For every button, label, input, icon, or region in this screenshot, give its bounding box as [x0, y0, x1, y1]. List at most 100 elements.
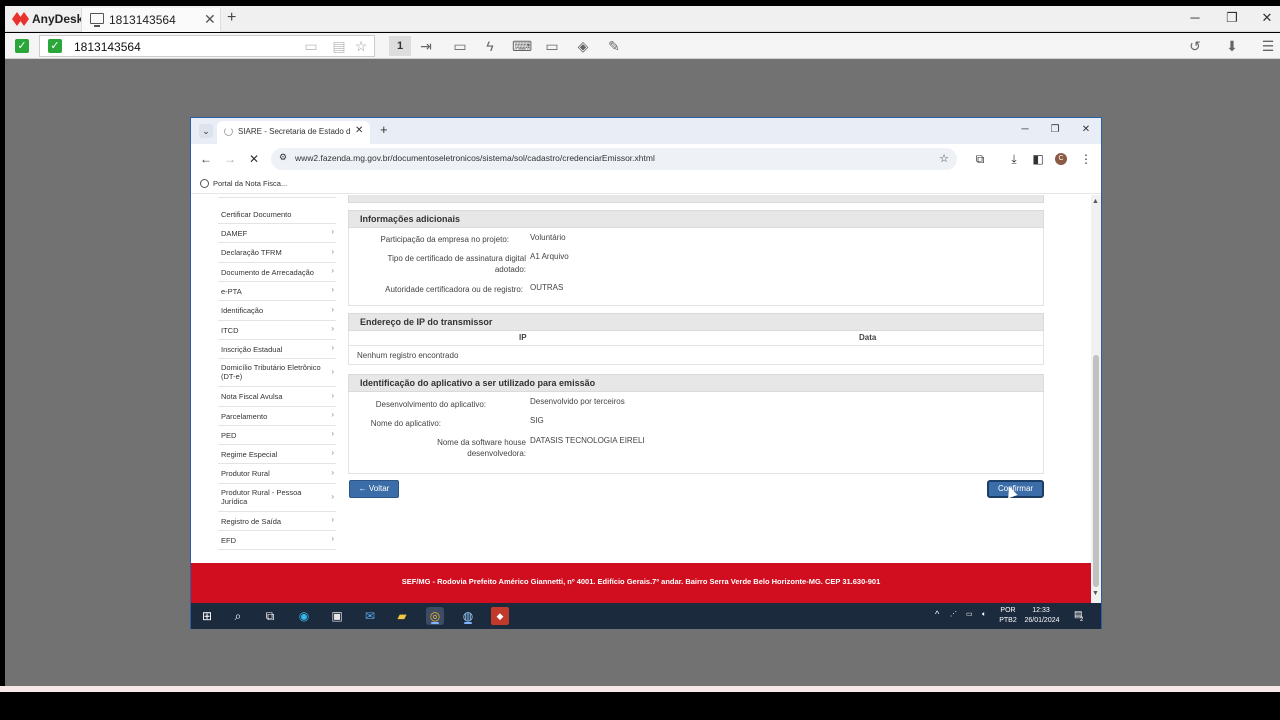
file-icon[interactable]: ▤: [330, 38, 348, 55]
sidebar-item-nota-fiscal-avulsa[interactable]: Nota Fiscal Avulsa ›: [218, 387, 336, 407]
sidebar-item-itcd[interactable]: ITCD ›: [218, 321, 336, 340]
extensions-icon[interactable]: ⧉: [973, 152, 987, 167]
menu-icon[interactable]: ☰: [1259, 38, 1277, 55]
volume-icon[interactable]: 🔈︎: [982, 610, 986, 619]
bookmark-star-icon[interactable]: ☆: [937, 152, 951, 165]
sidebar-item-produtor-rural[interactable]: Produtor Rural ›: [218, 464, 336, 484]
start-icon[interactable]: ⊞: [198, 607, 216, 625]
sidebar-item-declaracao-tfrm[interactable]: Declaração TFRM ›: [218, 243, 336, 263]
download-icon[interactable]: ⬇: [1223, 38, 1241, 55]
chevron-right-icon: ›: [331, 467, 334, 477]
sidebar-item-parcelamento[interactable]: Parcelamento ›: [218, 407, 336, 426]
new-tab-icon[interactable]: +: [227, 9, 236, 27]
display-tray-icon[interactable]: ▭: [966, 610, 973, 619]
panel-endereco-ip: IP Data Nenhum registro encontrado: [348, 331, 1044, 365]
forward-icon[interactable]: →: [223, 152, 237, 166]
panel-aplicativo: Desenvolvimento do aplicativo: Desenvolv…: [348, 392, 1044, 474]
clock-time[interactable]: 12:33: [1029, 606, 1053, 615]
participacao-value: Voluntário: [530, 233, 566, 242]
address-bar[interactable]: ⚙ www2.fazenda.mg.gov.br/documentoseletr…: [271, 148, 957, 170]
close-tab-icon[interactable]: ✕: [204, 11, 216, 28]
switch-sides-icon[interactable]: ⇥: [417, 38, 435, 55]
sidebar-item-documento-arrecadacao[interactable]: Documento de Arrecadação ›: [218, 263, 336, 282]
minimize-icon[interactable]: ─: [1017, 124, 1033, 135]
participacao-label: Participação da empresa no projeto:: [380, 235, 509, 244]
keyboard-icon[interactable]: ⌨: [512, 38, 532, 55]
history-icon[interactable]: ↺: [1186, 38, 1204, 55]
back-icon[interactable]: ←: [199, 152, 213, 166]
sidebar-item-dt-e[interactable]: Domicílio Tributário Eletrônico (DT-e) ›: [218, 359, 336, 387]
col-header-data: Data: [859, 333, 877, 342]
sidebar-item-registro-saida[interactable]: Registro de Saída ›: [218, 512, 336, 531]
anydesk-address-field[interactable]: ✓ 1813143564 ▭ ▤ ☆: [39, 35, 375, 57]
close-tab-icon[interactable]: ✕: [355, 125, 363, 136]
restore-icon[interactable]: ❐: [1047, 124, 1063, 135]
windows-taskbar: ⊞ ⌕ ⧉ ◉ ▣ ✉ ▰ ◎ ◍ ◆ ^ ⋰ ▭ 🔈︎ POR PTB2 12…: [191, 603, 1101, 629]
display-icon[interactable]: ▭: [302, 38, 320, 55]
footer-address: SEF/MG - Rodovia Prefeito Américo Gianne…: [401, 577, 881, 586]
close-icon[interactable]: ✕: [1257, 10, 1277, 26]
language-top[interactable]: POR: [999, 606, 1017, 615]
app-taskbar-icon[interactable]: ◍: [459, 607, 477, 625]
restore-icon[interactable]: ❐: [1222, 10, 1242, 26]
site-info-icon[interactable]: ⚙: [276, 152, 290, 163]
globe-icon: [200, 179, 209, 188]
bookmark-portal-nota-fiscal[interactable]: Portal da Nota Fisca...: [213, 179, 287, 188]
close-icon[interactable]: ✕: [1078, 124, 1094, 135]
language-bottom[interactable]: PTB2: [999, 616, 1017, 625]
sidebar-item-regime-especial[interactable]: Regime Especial ›: [218, 445, 336, 464]
new-tab-icon[interactable]: +: [380, 122, 388, 137]
task-view-icon[interactable]: ⧉: [261, 607, 279, 625]
sidebar-item-label: Produtor Rural - Pessoa Jurídica: [221, 488, 302, 506]
search-icon[interactable]: ⌕: [229, 607, 247, 625]
chrome-tab[interactable]: SIARE - Secretaria de Estado de ✕: [217, 121, 370, 144]
table-divider: [349, 345, 1043, 346]
edge-icon[interactable]: ◉: [295, 607, 313, 625]
sidebar-item-ped[interactable]: PED ›: [218, 426, 336, 445]
sidebar-item-produtor-rural-pj[interactable]: Produtor Rural - Pessoa Jurídica ›: [218, 484, 336, 512]
downloads-icon[interactable]: ⤓: [1007, 152, 1021, 167]
sidebar-item-e-pta[interactable]: e-PTA ›: [218, 282, 336, 301]
active-indicator: [431, 622, 439, 624]
chevron-right-icon: ›: [331, 304, 334, 314]
sidebar-item-label: EFD: [221, 536, 236, 545]
chrome-taskbar-icon[interactable]: ◎: [426, 607, 444, 625]
page-scrollbar[interactable]: ▲ ▼: [1091, 195, 1101, 603]
actions-icon[interactable]: ϟ: [481, 38, 499, 54]
anydesk-session-tab[interactable]: 1813143564 ✕: [81, 8, 221, 32]
chevron-up-icon[interactable]: ^: [935, 610, 939, 619]
sidebar-item-identificacao[interactable]: Identificação ›: [218, 301, 336, 321]
software-house-label: Nome da software house desenvolvedora:: [437, 438, 526, 458]
autoridade-label: Autoridade certificadora ou de registro:: [385, 285, 523, 294]
monitor-number-button[interactable]: 1: [389, 36, 411, 56]
permissions-icon[interactable]: ◈: [574, 38, 592, 55]
clock-date[interactable]: 26/01/2024: [1021, 616, 1063, 625]
sidebar-item-efd[interactable]: EFD ›: [218, 531, 336, 550]
stop-icon[interactable]: ✕: [247, 152, 261, 166]
profile-avatar[interactable]: C: [1055, 153, 1067, 165]
screen-icon[interactable]: ▭: [543, 38, 561, 55]
side-panel-icon[interactable]: ◧: [1031, 152, 1045, 166]
chat-icon[interactable]: ▭: [451, 38, 469, 55]
sidebar-item-label: Declaração TFRM: [221, 248, 282, 257]
chevron-right-icon: ›: [331, 266, 334, 275]
sidebar-item-label: Nota Fiscal Avulsa: [221, 392, 283, 401]
voltar-button[interactable]: ← Voltar: [349, 480, 399, 498]
minimize-icon[interactable]: ─: [1185, 10, 1205, 25]
mail-icon[interactable]: ✉: [361, 607, 379, 625]
chrome-menu-icon[interactable]: ⋮: [1079, 152, 1093, 166]
file-explorer-icon[interactable]: ▰: [393, 607, 411, 625]
draw-icon[interactable]: ✎: [605, 38, 623, 55]
store-icon[interactable]: ▣: [328, 607, 346, 625]
tab-search-icon[interactable]: ⌄: [199, 124, 213, 138]
anydesk-taskbar-icon[interactable]: ◆: [491, 607, 509, 625]
tipo-certificado-label: Tipo de certificado de assinatura digita…: [387, 254, 526, 274]
scroll-thumb[interactable]: [1093, 355, 1099, 587]
scroll-up-icon[interactable]: ▲: [1092, 198, 1099, 205]
sidebar-item-damef[interactable]: DAMEF ›: [218, 224, 336, 243]
scroll-down-icon[interactable]: ▼: [1092, 590, 1099, 597]
sidebar-item-inscricao-estadual[interactable]: Inscrição Estadual ›: [218, 340, 336, 359]
star-icon[interactable]: ☆: [352, 38, 370, 55]
network-icon[interactable]: ⋰: [950, 610, 957, 619]
sidebar-item-certificar-documento[interactable]: Certificar Documento: [218, 205, 336, 224]
